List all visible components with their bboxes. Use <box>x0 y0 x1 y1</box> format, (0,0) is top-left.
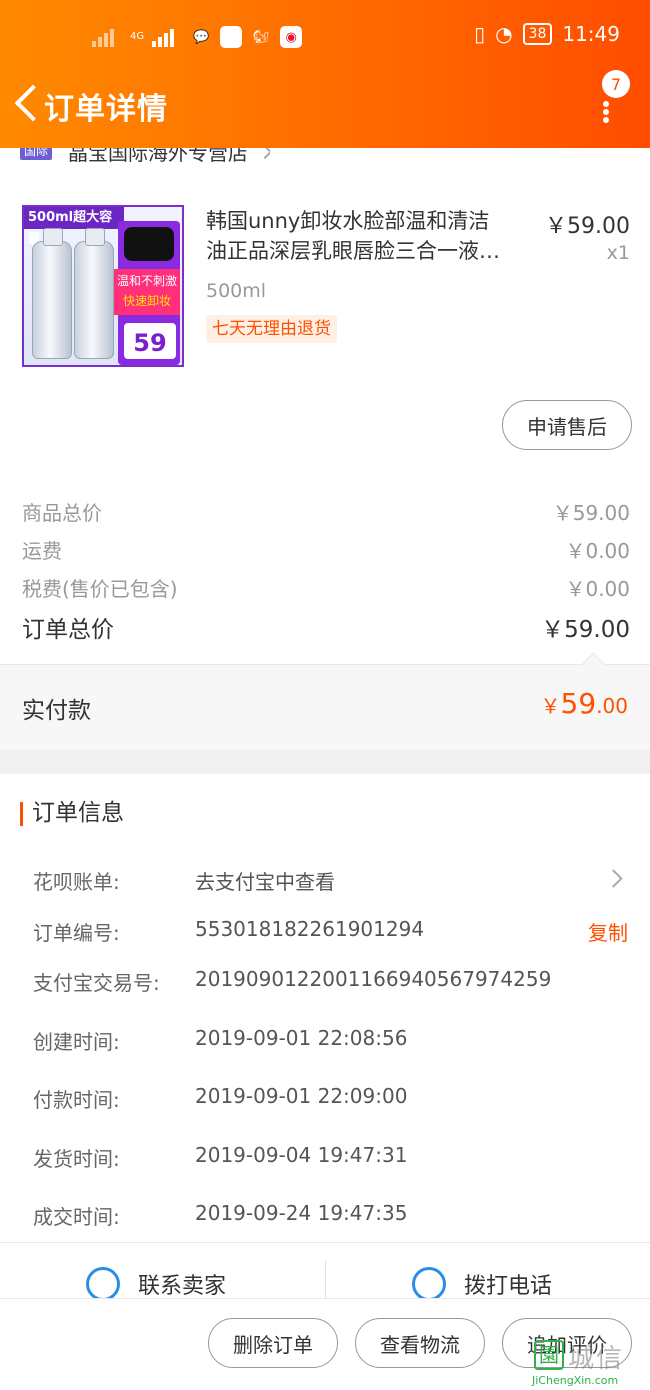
shipping-label: 运费 <box>22 538 62 563</box>
info-value: 2019-09-04 19:47:31 <box>195 1143 408 1167</box>
order-total-label: 订单总价 <box>22 617 114 643</box>
product-title[interactable]: 韩国unny卸妆水脸部温和清洁 油正品深层乳眼唇脸三合一液… <box>206 206 528 266</box>
network-type: 4G <box>130 31 145 42</box>
wechat-icon: 💬 <box>193 29 210 45</box>
info-value: 2019-09-24 19:47:35 <box>195 1201 408 1225</box>
weibo-icon: ◉ <box>280 26 303 48</box>
shop-row[interactable]: 国际 晶宝国际海外专营店 <box>20 148 271 170</box>
shop-name: 晶宝国际海外专营店 <box>68 148 249 165</box>
divider <box>325 1261 326 1298</box>
created-time-row: 创建时间: 2019-09-01 22:08:56 <box>33 1026 630 1058</box>
tax-label: 税费(售价已包含) <box>22 576 178 601</box>
delete-order-button[interactable]: 删除订单 <box>208 1318 338 1368</box>
goods-total-label: 商品总价 <box>22 500 102 525</box>
after-sale-button[interactable]: 申请售后 <box>502 400 632 450</box>
contact-seller-label: 联系卖家 <box>138 1274 227 1298</box>
signal-strength-icon <box>152 27 182 47</box>
info-key: 发货时间: <box>33 1147 120 1171</box>
photos-icon: ✿ <box>220 26 243 48</box>
info-value: 2019-09-01 22:08:56 <box>195 1026 408 1050</box>
status-icons-left: 4G 💬 ✿ 🐿 ◉ <box>92 26 303 48</box>
back-icon[interactable] <box>12 84 38 124</box>
shop-tag: 国际 <box>20 148 53 160</box>
battery-icon: 38 <box>522 23 553 45</box>
product-image[interactable]: 500ml超大容量 温和不刺激 快速卸妆 59 <box>22 205 184 367</box>
chevron-right-icon <box>604 869 623 888</box>
page-title: 订单详情 <box>44 92 168 127</box>
product-title-line-2: 油正品深层乳眼唇脸三合一液… <box>206 239 500 263</box>
bottle-graphic <box>74 228 114 359</box>
vibrate-icon: ▯ <box>474 22 486 46</box>
info-key: 成交时间: <box>33 1205 120 1229</box>
paid-currency: ￥ <box>540 694 561 718</box>
info-value: 去支付宝中查看 <box>195 870 335 894</box>
info-key: 订单编号: <box>33 921 120 945</box>
watermark-cn: 城信 <box>568 1344 625 1374</box>
order-info-title: 订单信息 <box>20 798 124 828</box>
paid-amount: ￥59.00 <box>541 687 628 720</box>
product-price: ￥59.00 <box>545 214 630 239</box>
watermark-en: JiChengXin.com <box>532 1374 619 1387</box>
call-phone-button[interactable]: 拨打电话 <box>412 1267 552 1298</box>
return-policy-tag: 七天无理由退货 <box>206 315 337 343</box>
uc-browser-icon: 🐿 <box>252 29 270 45</box>
order-total-value: ￥59.00 <box>541 617 630 643</box>
status-icons-right: ▯ ◔ 38 11:49 <box>474 22 620 46</box>
alipay-trade-row: 支付宝交易号: 2019090122001166940567974259 <box>33 967 630 999</box>
product-title-line-1: 韩国unny卸妆水脸部温和清洁 <box>206 209 490 233</box>
promo-text: 温和不刺激 快速卸妆 <box>114 269 180 315</box>
contact-bar: 联系卖家 拨打电话 <box>0 1242 650 1298</box>
image-price: 59 <box>124 323 176 359</box>
info-value: 2019090122001166940567974259 <box>195 967 552 991</box>
info-key: 创建时间: <box>33 1030 120 1054</box>
copy-button[interactable]: 复制 <box>588 917 628 946</box>
chevron-right-icon <box>257 148 271 160</box>
clock: 11:49 <box>562 22 620 46</box>
message-badge: 7 <box>602 70 630 98</box>
watermark-logo-icon: 園 <box>534 1340 564 1370</box>
image-banner: 500ml超大容量 <box>24 207 124 247</box>
tax-value: ￥0.00 <box>565 576 630 601</box>
app-header: 4G 💬 ✿ 🐿 ◉ ▯ ◔ 38 11:49 订单详情 7 <box>0 0 650 148</box>
goods-total-row: 商品总价 ￥59.00 <box>22 496 630 526</box>
paid-amount-panel: 实付款 ￥59.00 <box>0 664 650 750</box>
info-value: 553018182261901294 <box>195 917 425 941</box>
promo-line-2: 快速卸妆 <box>122 294 171 308</box>
paid-integer: 59 <box>560 687 597 720</box>
info-value: 2019-09-01 22:09:00 <box>195 1084 408 1108</box>
nav-bar: 订单详情 7 <box>0 70 650 140</box>
shipping-value: ￥0.00 <box>565 538 630 563</box>
view-logistics-button[interactable]: 查看物流 <box>355 1318 485 1368</box>
section-divider <box>0 750 650 774</box>
tmall-cat-icon <box>124 227 174 261</box>
huabei-row[interactable]: 花呗账单: 去支付宝中查看 <box>33 866 630 898</box>
shipped-time-row: 发货时间: 2019-09-04 19:47:31 <box>33 1143 630 1175</box>
bottle-graphic <box>32 228 72 359</box>
paid-time-row: 付款时间: 2019-09-01 22:09:00 <box>33 1084 630 1116</box>
more-icon <box>603 101 609 123</box>
more-menu-button[interactable]: 7 <box>598 70 638 125</box>
product-quantity: x1 <box>606 242 630 264</box>
paid-label: 实付款 <box>22 698 91 724</box>
info-key: 付款时间: <box>33 1088 120 1112</box>
signal-icon <box>92 27 122 47</box>
chat-bubble-icon <box>86 1267 120 1298</box>
info-key: 花呗账单: <box>33 870 120 894</box>
phone-icon <box>412 1267 446 1298</box>
watermark: 園 城信 JiChengXin.com <box>532 1340 650 1390</box>
promo-line-1: 温和不刺激 <box>116 274 177 288</box>
product-sku: 500ml <box>206 280 267 302</box>
info-key: 支付宝交易号: <box>33 971 160 995</box>
shipping-row: 运费 ￥0.00 <box>22 534 630 564</box>
goods-total-value: ￥59.00 <box>552 500 630 525</box>
speed-icon: ◔ <box>495 22 513 46</box>
paid-decimal: .00 <box>596 694 628 718</box>
contact-seller-button[interactable]: 联系卖家 <box>86 1267 226 1298</box>
order-number-row: 订单编号: 553018182261901294 复制 <box>33 917 630 949</box>
status-bar: 4G 💬 ✿ 🐿 ◉ ▯ ◔ 38 11:49 <box>0 18 650 58</box>
tax-row: 税费(售价已包含) ￥0.00 <box>22 572 630 602</box>
completed-time-row: 成交时间: 2019-09-24 19:47:35 <box>33 1201 630 1233</box>
order-total-row: 订单总价 ￥59.00 <box>22 612 630 643</box>
call-phone-label: 拨打电话 <box>464 1274 553 1298</box>
